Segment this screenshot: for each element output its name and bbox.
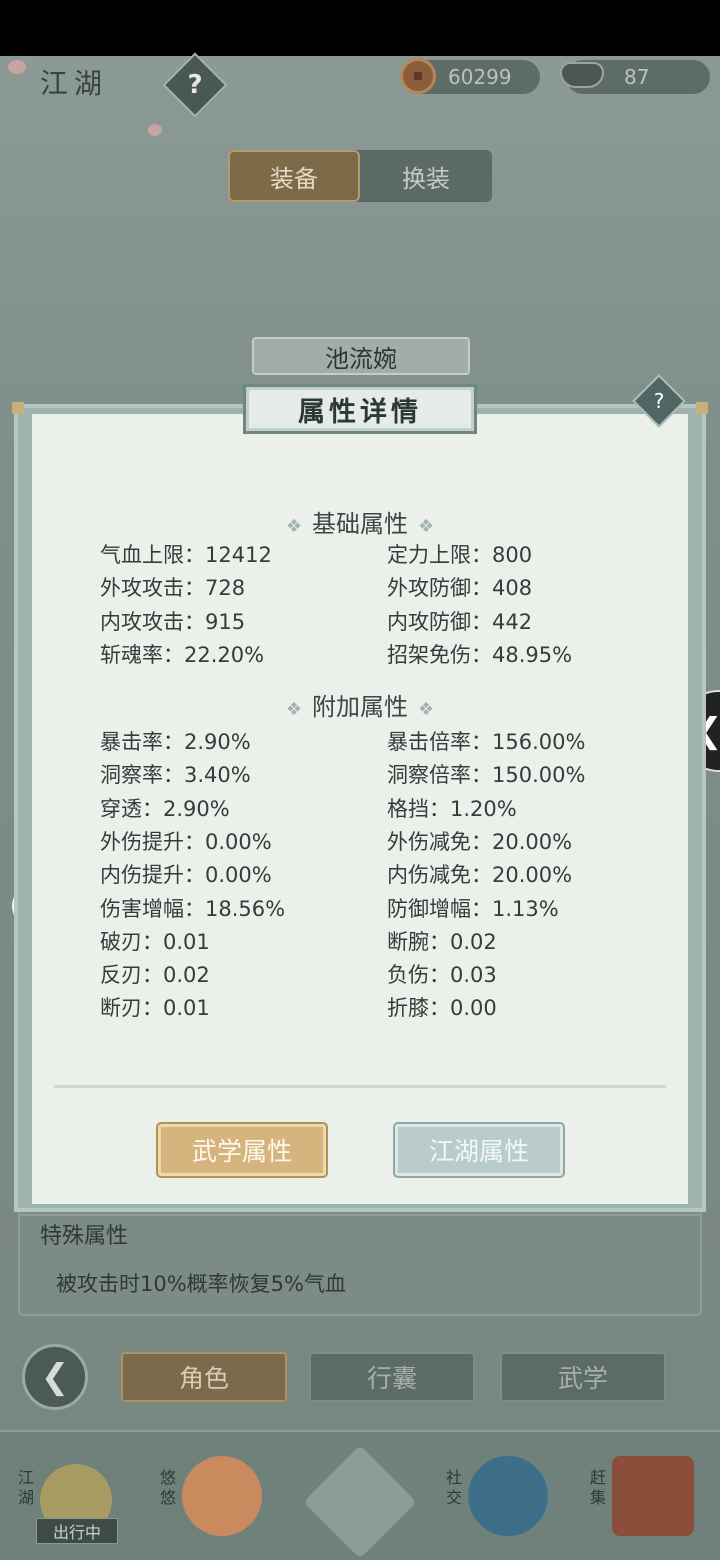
stat-left: 外伤提升：0.00% [100, 829, 272, 854]
silver-ingot-icon [560, 62, 604, 88]
bottom-nav-label: 悠悠 [160, 1468, 177, 1507]
diamond-icon: ❖ [418, 699, 435, 720]
nav-role-button[interactable]: 角色 [121, 1352, 287, 1402]
bottom-nav-label: 社交 [446, 1468, 463, 1507]
bottom-nav-market[interactable]: 赶集 [590, 1448, 710, 1548]
status-bar [0, 0, 720, 56]
copper-coin-icon [400, 58, 436, 94]
diamond-icon: ❖ [418, 516, 435, 537]
bottom-nav-youyou[interactable]: 悠悠 [160, 1448, 280, 1548]
section-basic-heading: ❖ 基础属性 ❖ [285, 510, 435, 538]
bottom-nav-label: 赶集 [590, 1468, 607, 1507]
stat-right: 负伤：0.03 [387, 963, 497, 988]
wave-icon [468, 1456, 548, 1536]
equip-tabs: 装备 换装 [228, 150, 492, 202]
silver-currency[interactable]: 87 [560, 60, 710, 94]
bottom-nav-label: 江湖 [18, 1468, 35, 1507]
character-name: 池流婉 [252, 337, 470, 375]
nav-bag-button[interactable]: 行囊 [309, 1352, 475, 1402]
divider [54, 1085, 666, 1088]
stat-right: 格挡：1.20% [387, 796, 517, 821]
stat-right: 暴击倍率：156.00% [387, 730, 586, 754]
stat-right: 折膝：0.00 [387, 996, 497, 1021]
copper-amount: 60299 [448, 65, 512, 89]
help-icon: ? [653, 389, 665, 413]
stat-right: 防御增幅：1.13% [387, 896, 559, 921]
stat-left: 反刃：0.02 [100, 963, 210, 988]
stat-right: 外伤减免：20.00% [387, 829, 573, 854]
stat-left: 暴击率：2.90% [100, 730, 251, 754]
diamond-icon: ❖ [285, 516, 302, 537]
diamond-icon: ❖ [285, 699, 302, 720]
stat-left: 洞察率：3.40% [100, 763, 251, 788]
stat-left: 断刃：0.01 [100, 996, 210, 1021]
stat-right: 招架免伤：48.95% [387, 642, 573, 667]
scene-title: 江湖 [40, 67, 109, 100]
stat-left: 破刃：0.01 [100, 929, 210, 954]
special-attributes-title: 特殊属性 [40, 1224, 129, 1249]
silver-amount: 87 [624, 65, 650, 89]
tab-outfit[interactable]: 换装 [360, 150, 492, 202]
modal-title: 属性详情 [243, 384, 477, 434]
stat-right: 定力上限：800 [387, 543, 533, 567]
stat-right: 洞察倍率：150.00% [387, 763, 586, 788]
tab-equip[interactable]: 装备 [228, 150, 360, 202]
stat-left: 外攻攻击：728 [100, 576, 246, 601]
outgoing-badge: 出行中 [36, 1518, 118, 1544]
stat-left: 气血上限：12412 [100, 543, 272, 567]
stat-left: 穿透：2.90% [100, 796, 230, 821]
stat-right: 外攻防御：408 [387, 576, 533, 601]
stat-left: 内伤提升：0.00% [100, 863, 272, 888]
back-button[interactable]: ❮ [22, 1344, 88, 1410]
stat-left: 内攻攻击：915 [100, 609, 246, 634]
blossom-decoration [8, 60, 26, 74]
back-arrow-icon: ❮ [40, 1357, 70, 1397]
stat-left: 斩魂率：22.20% [100, 642, 265, 667]
chest-icon [612, 1456, 694, 1536]
special-attributes-desc: 被攻击时10%概率恢复5%气血 [56, 1272, 346, 1296]
section-extra-heading: ❖ 附加属性 ❖ [285, 693, 435, 721]
nav-martial-button[interactable]: 武学 [500, 1352, 666, 1402]
bottom-nav-social[interactable]: 社交 [446, 1448, 566, 1548]
sun-swallow-icon [182, 1456, 262, 1536]
blossom-decoration [148, 124, 162, 136]
stat-right: 内攻防御：442 [387, 609, 533, 634]
stat-left: 伤害增幅：18.56% [100, 896, 286, 921]
stat-right: 内伤减免：20.00% [387, 863, 573, 888]
jianghu-attributes-button[interactable]: 江湖属性 [395, 1124, 563, 1176]
copper-currency[interactable]: 60299 [400, 58, 540, 94]
stat-right: 断腕：0.02 [387, 929, 497, 954]
help-icon: ? [187, 70, 203, 100]
divider [18, 1214, 702, 1216]
martial-attributes-button[interactable]: 武学属性 [158, 1124, 326, 1176]
